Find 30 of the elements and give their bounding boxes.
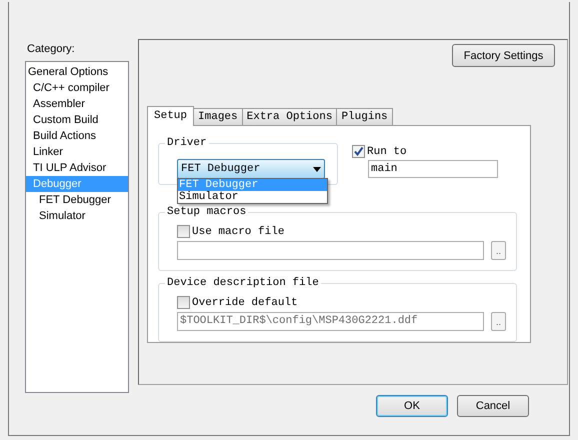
category-item[interactable]: Custom Build [26,112,128,128]
category-item[interactable]: Build Actions [26,128,128,144]
run-to-label: Run to [367,146,407,158]
category-item[interactable]: TI ULP Advisor [26,160,128,176]
macro-checkbox[interactable] [177,225,190,238]
category-label: Category: [27,43,76,57]
run-to-field[interactable]: main [368,160,498,178]
macro-file-field[interactable] [177,241,484,260]
macro-label: Use macro file [192,226,284,238]
tab[interactable]: Setup [147,106,194,126]
dropdown-option[interactable]: Simulator [178,191,327,203]
driver-dropdown[interactable]: FET Debugger [177,159,325,179]
ok-button[interactable]: OK [376,395,448,417]
tab[interactable]: Plugins [336,108,393,125]
cancel-button[interactable]: Cancel [457,395,529,417]
category-item[interactable]: C/C++ compiler [26,80,128,96]
override-label: Override default [192,296,298,308]
category-item[interactable]: FET Debugger [26,192,128,208]
tab[interactable]: Images [193,108,243,125]
caret-icon [313,166,321,172]
category-item[interactable]: General Options [26,64,128,80]
category-item[interactable]: Simulator [26,208,128,224]
group-legend: Setup macros [165,205,248,219]
run-to-checkbox[interactable] [352,145,365,158]
browse-button[interactable]: .. [491,241,506,260]
category-item[interactable]: Assembler [26,96,128,112]
group-legend: Device description file [165,276,321,290]
category-item[interactable]: Linker [26,144,128,160]
factory-settings-button[interactable]: Factory Settings [452,44,555,67]
tab[interactable]: Extra Options [242,108,338,125]
